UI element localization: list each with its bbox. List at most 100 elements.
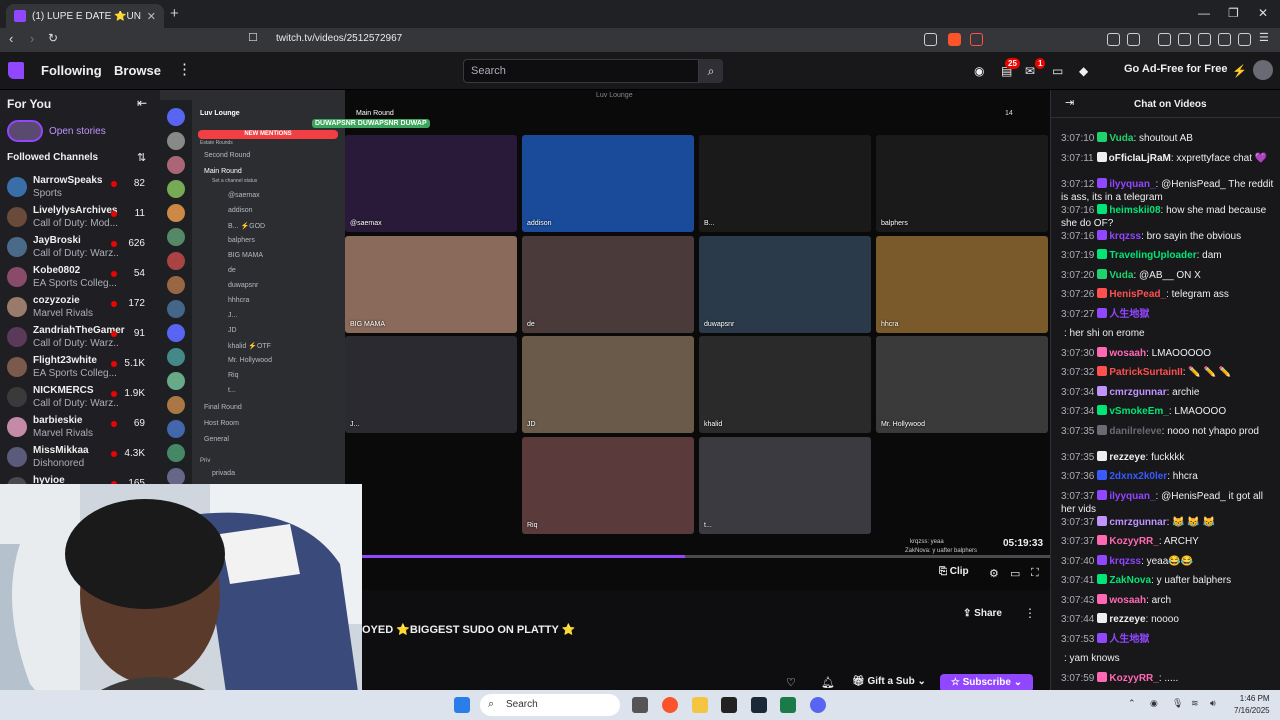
participant-video-tile[interactable]: J... bbox=[345, 336, 517, 433]
followed-channel-item[interactable]: Flight23white EA Sports Colleg... 5.1K bbox=[0, 352, 160, 382]
more-icon[interactable]: ⋮ bbox=[177, 60, 192, 78]
voice-channel-final-round[interactable]: Final Round bbox=[204, 404, 242, 411]
chat-username[interactable]: rezzeye bbox=[1109, 452, 1145, 463]
discord-server-icon[interactable] bbox=[167, 180, 185, 198]
discord-server-icon[interactable] bbox=[167, 108, 185, 126]
participant-video-tile[interactable]: JD bbox=[522, 336, 694, 433]
followed-channel-item[interactable]: ZandriahTheGamer Call of Duty: Warz... 91 bbox=[0, 322, 160, 352]
search-input[interactable]: Search bbox=[463, 59, 699, 83]
task-view-icon[interactable] bbox=[632, 697, 648, 713]
url-field[interactable]: twitch.tv/videos/2512572967 bbox=[276, 33, 402, 44]
discord-server-icon[interactable] bbox=[167, 204, 185, 222]
voice-member[interactable]: balphers bbox=[228, 237, 255, 244]
chat-username[interactable]: vSmokeEm_ bbox=[1109, 406, 1168, 417]
chat-username[interactable]: cmrzgunnar bbox=[1109, 517, 1166, 528]
voice-channel-host-room[interactable]: Host Room bbox=[204, 420, 239, 427]
voice-channel-second-round[interactable]: Second Round bbox=[204, 152, 250, 159]
theatre-mode-icon[interactable]: ▭ bbox=[1010, 567, 1020, 580]
new-mentions-banner[interactable]: NEW MENTIONS bbox=[198, 130, 338, 139]
chat-username[interactable]: krqzss bbox=[1109, 231, 1141, 242]
follow-heart-icon[interactable]: ♡ bbox=[786, 676, 796, 689]
discord-server-icon[interactable] bbox=[167, 300, 185, 318]
voice-member[interactable]: J... bbox=[228, 312, 237, 319]
chat-username[interactable]: 人生地獄 bbox=[1109, 634, 1149, 645]
fullscreen-icon[interactable]: ⛶ bbox=[1031, 567, 1039, 580]
browser-tab[interactable]: (1) LUPE E DATE ⭐UNRETIRED ✕ bbox=[6, 4, 164, 28]
chat-username[interactable]: Vuda bbox=[1109, 270, 1133, 281]
participant-video-tile[interactable]: duwapsnr bbox=[699, 236, 871, 333]
brave-rewards-icon[interactable] bbox=[970, 33, 983, 46]
discord-server-icon[interactable] bbox=[167, 156, 185, 174]
reader-icon[interactable] bbox=[1127, 33, 1140, 46]
participant-video-tile[interactable]: balphers bbox=[876, 135, 1048, 232]
chat-username[interactable]: KozyyRR_ bbox=[1109, 673, 1158, 684]
clip-button[interactable]: ⎘ Clip bbox=[939, 566, 969, 577]
voice-member[interactable]: B... ⚡GOD bbox=[228, 222, 265, 230]
followed-channel-item[interactable]: MissMikkaa Dishonored 4.3K bbox=[0, 442, 160, 472]
file-explorer-icon[interactable] bbox=[692, 697, 708, 713]
chat-username[interactable]: krqzss bbox=[1109, 556, 1141, 567]
brave-browser-icon[interactable] bbox=[662, 697, 678, 713]
voice-member[interactable]: de bbox=[228, 267, 236, 274]
leo-ai-icon[interactable] bbox=[1218, 33, 1231, 46]
voice-member[interactable]: t... bbox=[228, 387, 236, 394]
bits-icon[interactable]: ◆ bbox=[1079, 64, 1088, 78]
chat-username[interactable]: cmrzgunnar bbox=[1109, 387, 1166, 398]
steam-icon[interactable] bbox=[751, 697, 767, 713]
wand-icon[interactable]: ⚡ bbox=[1232, 64, 1247, 78]
discord-server-icon[interactable] bbox=[167, 276, 185, 294]
music-icon[interactable] bbox=[1158, 33, 1171, 46]
chat-username[interactable]: 2dxnx2k0ler bbox=[1109, 471, 1167, 482]
close-tab-icon[interactable]: ✕ bbox=[147, 10, 156, 23]
app-icon[interactable] bbox=[780, 697, 796, 713]
participant-video-tile[interactable]: addison bbox=[522, 135, 694, 232]
participant-video-tile[interactable]: @saemax bbox=[345, 135, 517, 232]
chat-username[interactable]: wosaah bbox=[1109, 348, 1146, 359]
taskbar-search[interactable]: ⌕ Search bbox=[480, 694, 620, 716]
brave-shields-icon[interactable] bbox=[948, 33, 961, 46]
windows-start-icon[interactable] bbox=[454, 697, 470, 713]
followed-channel-item[interactable]: Kobe0802 EA Sports Colleg... 54 bbox=[0, 262, 160, 292]
followed-channel-item[interactable]: NarrowSpeaks Sports 82 bbox=[0, 172, 160, 202]
voice-member[interactable]: duwapsnr bbox=[228, 282, 258, 289]
open-stories-button[interactable]: Open stories bbox=[7, 120, 106, 142]
clock[interactable]: 1:46 PM 7/16/2025 bbox=[1234, 693, 1270, 717]
voice-channel-main-round[interactable]: Main Round bbox=[204, 168, 242, 175]
chat-username[interactable]: Vuda bbox=[1109, 133, 1133, 144]
nav-following[interactable]: Following bbox=[41, 63, 102, 78]
chat-username[interactable]: 人生地獄 bbox=[1109, 309, 1149, 320]
vpn-icon[interactable] bbox=[1238, 33, 1251, 46]
discord-server-icon[interactable] bbox=[167, 132, 185, 150]
collapse-sidebar-icon[interactable]: ⇤ bbox=[137, 96, 147, 110]
seek-bar[interactable] bbox=[362, 555, 1050, 558]
new-tab-icon[interactable]: + bbox=[170, 5, 179, 22]
maximize-icon[interactable]: ❐ bbox=[1228, 6, 1239, 20]
chat-username[interactable]: ilyyquan_ bbox=[1109, 491, 1155, 502]
voice-channel-general[interactable]: General bbox=[204, 436, 229, 443]
voice-member[interactable]: Riq bbox=[228, 372, 239, 379]
participant-video-tile[interactable]: t... bbox=[699, 437, 871, 534]
ad-free-button[interactable]: Go Ad-Free for Free bbox=[1124, 63, 1228, 75]
followed-channel-item[interactable]: cozyzozie Marvel Rivals 172 bbox=[0, 292, 160, 322]
sort-icon[interactable]: ⇅ bbox=[137, 151, 146, 164]
back-icon[interactable]: ‹ bbox=[9, 31, 13, 46]
collapse-chat-icon[interactable]: ⇥ bbox=[1065, 96, 1074, 109]
chat-username[interactable]: danilreleve bbox=[1109, 426, 1161, 437]
chat-username[interactable]: rezzeye bbox=[1109, 614, 1145, 625]
tray-chevron-icon[interactable]: ⌃ bbox=[1128, 698, 1136, 709]
chat-username[interactable]: KozyyRR_ bbox=[1109, 536, 1158, 547]
wifi-icon[interactable]: ≋ bbox=[1191, 698, 1199, 709]
discord-server-icon[interactable] bbox=[167, 420, 185, 438]
close-window-icon[interactable]: ✕ bbox=[1258, 6, 1268, 20]
participant-video-tile[interactable]: Mr. Hollywood bbox=[876, 336, 1048, 433]
share-page-icon[interactable] bbox=[924, 33, 937, 46]
discord-icon[interactable] bbox=[810, 697, 826, 713]
twitch-logo-icon[interactable] bbox=[8, 62, 24, 79]
followed-channel-item[interactable]: NICKMERCS Call of Duty: Warz... 1.9K bbox=[0, 382, 160, 412]
search-icon[interactable]: ⌕ bbox=[699, 59, 723, 83]
participant-video-tile[interactable]: Riq bbox=[522, 437, 694, 534]
voice-member[interactable]: Mr. Hollywood bbox=[228, 357, 272, 364]
voice-member[interactable]: JD bbox=[228, 327, 237, 334]
discord-server-icon[interactable] bbox=[167, 348, 185, 366]
discord-server-icon[interactable] bbox=[167, 372, 185, 390]
